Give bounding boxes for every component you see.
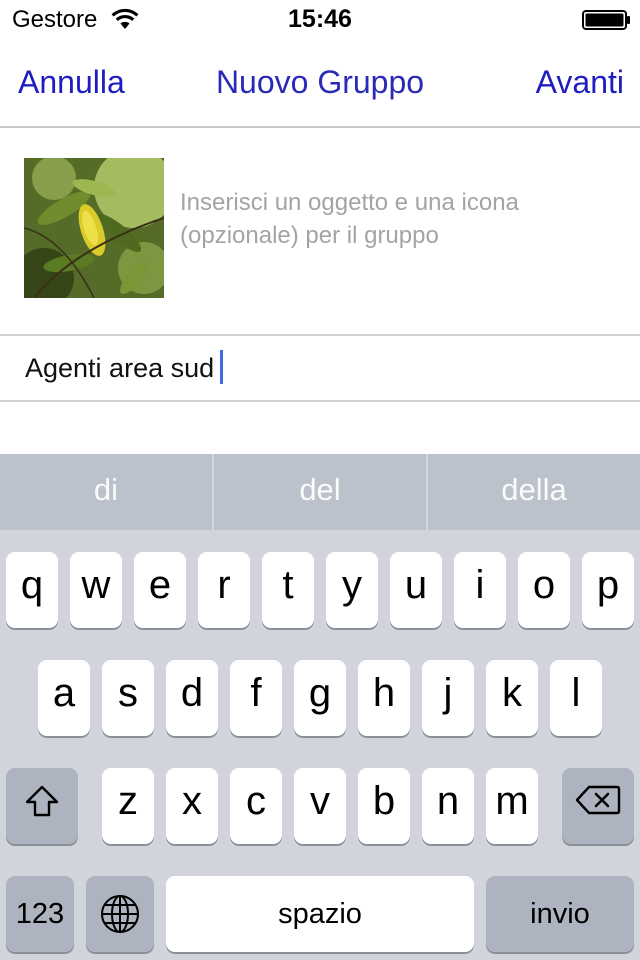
key-c[interactable]: c	[230, 768, 282, 844]
group-hint-text: Inserisci un oggetto e una icona (opzion…	[180, 189, 519, 249]
shift-key[interactable]	[6, 768, 78, 844]
key-x[interactable]: x	[166, 768, 218, 844]
keyboard: di del della q w e r t y u i o p a s d f…	[0, 454, 640, 960]
suggestion-item[interactable]: del	[214, 454, 426, 530]
clock: 15:46	[288, 5, 352, 33]
group-subject-value-wrap: Agenti area sud	[25, 349, 224, 384]
key-e[interactable]: e	[134, 552, 186, 628]
key-f[interactable]: f	[230, 660, 282, 736]
text-caret	[220, 349, 224, 384]
group-photo[interactable]	[24, 158, 164, 298]
key-q[interactable]: q	[6, 552, 58, 628]
navigation-bar: Annulla Nuovo Gruppo Avanti	[0, 40, 640, 128]
key-b[interactable]: b	[358, 768, 410, 844]
key-a[interactable]: a	[38, 660, 90, 736]
group-subject-value: Agenti area sud	[25, 353, 215, 383]
key-p[interactable]: p	[582, 552, 634, 628]
key-s[interactable]: s	[102, 660, 154, 736]
suggestion-item[interactable]: della	[428, 454, 640, 530]
key-t[interactable]: t	[262, 552, 314, 628]
key-o[interactable]: o	[518, 552, 570, 628]
group-info-section: Inserisci un oggetto e una icona (opzion…	[0, 130, 640, 334]
key-y[interactable]: y	[326, 552, 378, 628]
backspace-key[interactable]	[562, 768, 634, 844]
space-key[interactable]: spazio	[166, 876, 474, 952]
key-h[interactable]: h	[358, 660, 410, 736]
key-w[interactable]: w	[70, 552, 122, 628]
key-i[interactable]: i	[454, 552, 506, 628]
key-j[interactable]: j	[422, 660, 474, 736]
backspace-icon	[575, 785, 621, 815]
key-u[interactable]: u	[390, 552, 442, 628]
group-photo-image	[24, 158, 164, 298]
key-v[interactable]: v	[294, 768, 346, 844]
key-z[interactable]: z	[102, 768, 154, 844]
globe-key[interactable]	[86, 876, 154, 952]
key-k[interactable]: k	[486, 660, 538, 736]
key-l[interactable]: l	[550, 660, 602, 736]
group-subject-input[interactable]: Agenti area sud	[0, 336, 640, 400]
status-bar: Gestore 15:46	[0, 0, 640, 40]
shift-icon	[25, 785, 59, 817]
numbers-key[interactable]: 123	[6, 876, 74, 952]
key-r[interactable]: r	[198, 552, 250, 628]
battery-icon	[582, 10, 630, 30]
divider	[0, 400, 640, 402]
key-n[interactable]: n	[422, 768, 474, 844]
key-d[interactable]: d	[166, 660, 218, 736]
return-key[interactable]: invio	[486, 876, 634, 952]
globe-icon	[101, 895, 139, 933]
suggestion-bar: di del della	[0, 454, 640, 530]
key-g[interactable]: g	[294, 660, 346, 736]
key-m[interactable]: m	[486, 768, 538, 844]
suggestion-item[interactable]: di	[0, 454, 212, 530]
next-button[interactable]: Avanti	[536, 64, 624, 101]
